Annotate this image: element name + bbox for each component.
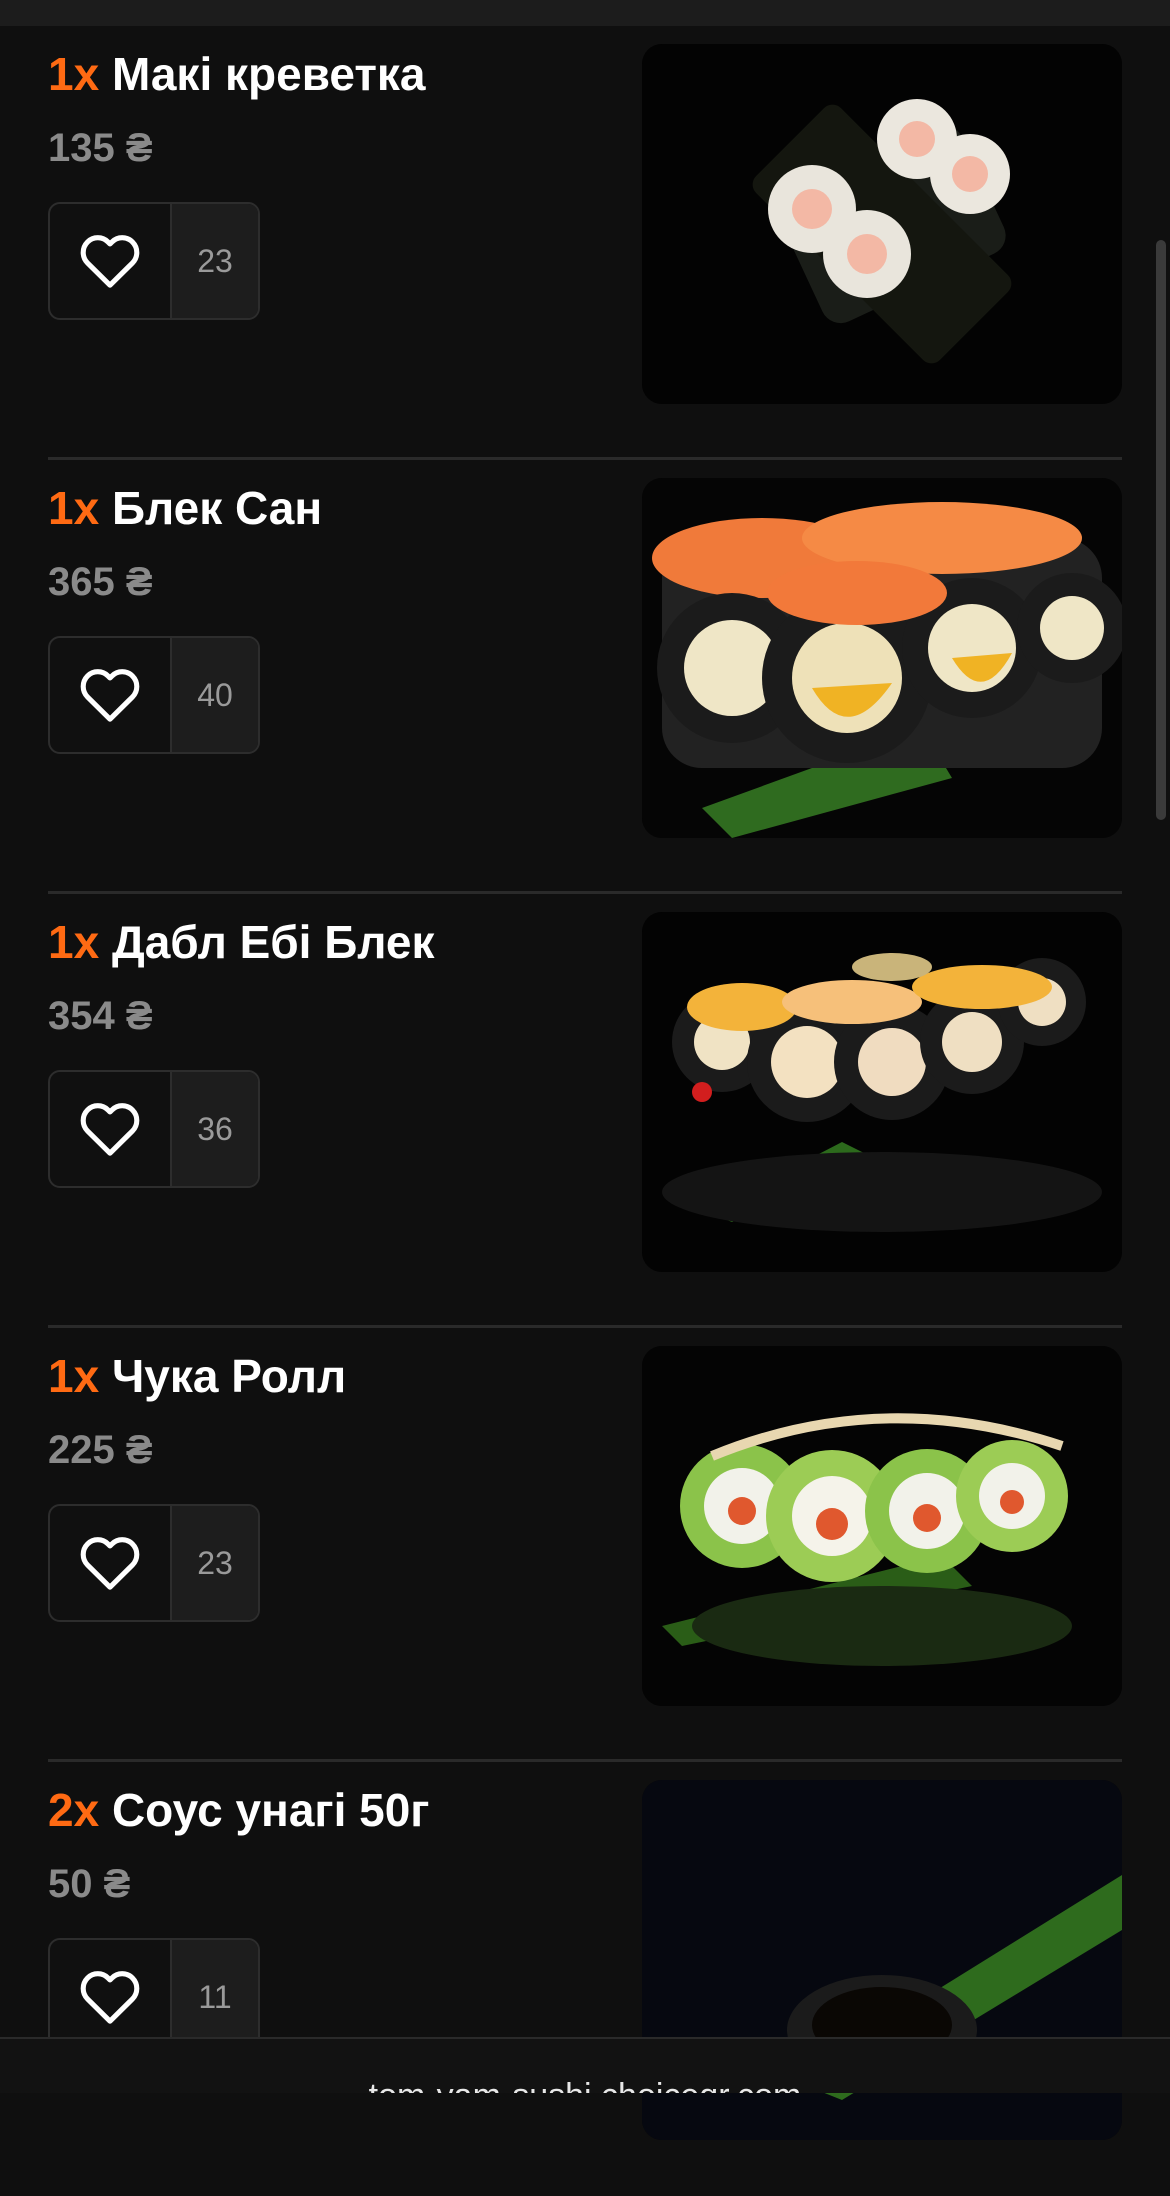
item-photo[interactable] — [642, 1346, 1122, 1706]
item-name: Макі креветка — [111, 48, 426, 100]
item-quantity: 1x — [48, 1350, 100, 1402]
item-name: Дабл Ебі Блек — [111, 916, 435, 968]
item-title: 1x Дабл Ебі Блек — [48, 914, 608, 970]
like-count: 23 — [172, 204, 258, 318]
item-name: Соус унагі 50г — [111, 1784, 430, 1836]
item-price: 225 ₴ — [48, 1428, 153, 1472]
like-button[interactable]: 36 — [48, 1070, 260, 1188]
item-quantity: 2x — [48, 1784, 100, 1836]
list-item[interactable]: 1x Чука Ролл 225 ₴ 23 — [48, 1328, 1122, 1762]
list-item[interactable]: 1x Дабл Ебі Блек 354 ₴ 36 — [48, 894, 1122, 1328]
like-button[interactable]: 23 — [48, 202, 260, 320]
list-item[interactable]: 2x Соус унагі 50г 50 ₴ 11 — [48, 1762, 1122, 2196]
order-items-list: 1x Макі креветка 135 ₴ 23 1x Блек Сан 36… — [48, 26, 1122, 2196]
list-item[interactable]: 1x Макі креветка 135 ₴ 23 — [48, 26, 1122, 460]
item-price: 50 ₴ — [48, 1862, 131, 1906]
item-quantity: 1x — [48, 916, 100, 968]
item-price: 365 ₴ — [48, 560, 153, 604]
like-button[interactable]: 23 — [48, 1504, 260, 1622]
item-quantity: 1x — [48, 482, 100, 534]
item-title: 1x Чука Ролл — [48, 1348, 608, 1404]
item-info: 1x Макі креветка 135 ₴ 23 — [48, 46, 608, 320]
item-photo[interactable] — [642, 478, 1122, 838]
item-info: 2x Соус унагі 50г 50 ₴ 11 — [48, 1782, 608, 2056]
heart-icon[interactable] — [50, 1072, 172, 1186]
heart-icon[interactable] — [50, 638, 172, 752]
scrollbar[interactable] — [1156, 240, 1166, 820]
item-title: 2x Соус унагі 50г — [48, 1782, 608, 1838]
item-info: 1x Дабл Ебі Блек 354 ₴ 36 — [48, 914, 608, 1188]
top-bar — [0, 0, 1170, 26]
item-photo[interactable] — [642, 44, 1122, 404]
like-button[interactable]: 40 — [48, 636, 260, 754]
item-title: 1x Блек Сан — [48, 480, 608, 536]
site-url[interactable]: tom-yam-sushi.choiceqr.com — [0, 2077, 1170, 2093]
list-item[interactable]: 1x Блек Сан 365 ₴ 40 — [48, 460, 1122, 894]
item-title: 1x Макі креветка — [48, 46, 608, 102]
item-photo[interactable] — [642, 912, 1122, 1272]
like-count: 36 — [172, 1072, 258, 1186]
like-count: 23 — [172, 1506, 258, 1620]
item-info: 1x Блек Сан 365 ₴ 40 — [48, 480, 608, 754]
item-price: 135 ₴ — [48, 126, 153, 170]
heart-icon[interactable] — [50, 1506, 172, 1620]
item-price: 354 ₴ — [48, 994, 153, 1038]
item-name: Блек Сан — [111, 482, 323, 534]
heart-icon[interactable] — [50, 204, 172, 318]
item-info: 1x Чука Ролл 225 ₴ 23 — [48, 1348, 608, 1622]
like-count: 40 — [172, 638, 258, 752]
item-quantity: 1x — [48, 48, 100, 100]
item-name: Чука Ролл — [111, 1350, 347, 1402]
address-bar[interactable]: tom-yam-sushi.choiceqr.com — [0, 2037, 1170, 2093]
